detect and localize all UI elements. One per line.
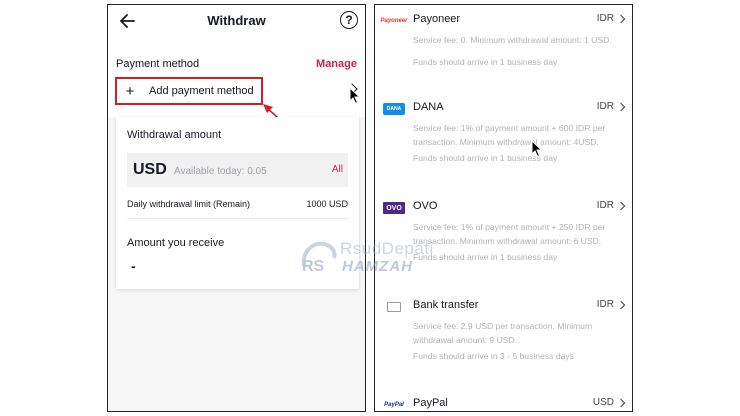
payment-option-fee: Service fee: 0. Minimum withdrawal amoun… <box>413 35 612 45</box>
mouse-cursor-icon <box>349 87 361 105</box>
header: Withdraw ? <box>108 5 365 37</box>
divider <box>127 218 348 219</box>
payment-option-bank-transfer[interactable]: Bank transfer IDR Service fee: 2.9 USD p… <box>375 295 632 385</box>
payment-option-name: DANA <box>413 101 444 113</box>
payment-option-fee: Service fee: 2.9 USD per transaction. Mi… <box>413 321 593 345</box>
bank-card-icon <box>387 302 401 312</box>
payment-option-arrival: Funds should arrive in 3 - 5 business da… <box>413 351 574 361</box>
available-today-text: Available today: 0.05 <box>174 166 267 177</box>
payment-option-arrival: Funds should arrive in 1 business day <box>413 57 558 67</box>
payment-options-list: Payoneer Payoneer IDR Service fee: 0. Mi… <box>374 4 633 412</box>
payoneer-logo-icon: Payoneer <box>380 18 408 24</box>
page-title: Withdraw <box>207 13 266 28</box>
watermark: RS RsudDepati HAMZAH <box>298 238 448 278</box>
payment-option-dana[interactable]: DANA DANA IDR Service fee: 1% of payment… <box>375 97 632 187</box>
watermark-line1: RsudDepati <box>340 239 434 258</box>
add-payment-method-label: Add payment method <box>149 85 254 97</box>
mouse-cursor-icon <box>531 140 543 158</box>
payment-option-name: Bank transfer <box>413 299 479 311</box>
dana-logo-icon: DANA <box>383 103 405 115</box>
daily-limit-value: 1000 USD <box>306 199 348 209</box>
svg-text:RS: RS <box>302 258 325 274</box>
payment-option-currency: IDR <box>596 200 614 211</box>
payment-option-name: PayPal <box>413 397 448 409</box>
payment-option-payoneer[interactable]: Payoneer Payoneer IDR Service fee: 0. Mi… <box>375 9 632 89</box>
payment-option-fee: Service fee: 1% of payment amount + 600 … <box>413 123 606 147</box>
payment-option-currency: IDR <box>596 101 614 112</box>
add-payment-method-button[interactable]: + Add payment method <box>115 77 263 105</box>
ovo-logo-icon: OVO <box>383 202 405 214</box>
daily-limit-label: Daily withdrawal limit (Remain) <box>127 199 251 209</box>
watermark-logo-icon: RS <box>301 241 337 274</box>
payment-option-currency: IDR <box>596 299 614 310</box>
withdraw-screen: Withdraw ? Payment method Manage + Add p… <box>107 4 366 412</box>
payment-option-currency: IDR <box>596 13 614 24</box>
payment-method-label: Payment method <box>116 58 200 70</box>
help-icon[interactable]: ? <box>340 11 358 29</box>
amount-receive-value: - <box>131 258 136 274</box>
currency-code: USD <box>133 161 167 178</box>
chevron-right-icon <box>616 300 626 310</box>
plus-icon: + <box>125 82 135 100</box>
chevron-right-icon <box>616 398 626 408</box>
all-button[interactable]: All <box>332 164 343 175</box>
chevron-right-icon <box>616 14 626 24</box>
payment-option-name: Payoneer <box>413 13 461 25</box>
watermark-line2: HAMZAH <box>342 258 413 275</box>
chevron-right-icon <box>616 201 626 211</box>
amount-receive-label: Amount you receive <box>127 237 225 249</box>
payment-option-name: OVO <box>413 200 438 212</box>
manage-link[interactable]: Manage <box>316 58 357 70</box>
chevron-right-icon <box>616 102 626 112</box>
payment-option-paypal[interactable]: PayPal PayPal USD <box>375 393 632 411</box>
payment-option-currency: USD <box>592 397 614 408</box>
paypal-logo-icon: PayPal <box>384 402 404 408</box>
withdrawal-amount-label: Withdrawal amount <box>127 129 222 141</box>
payment-method-section: Withdraw ? Payment method Manage + Add p… <box>108 5 365 117</box>
withdrawal-amount-input[interactable]: USD Available today: 0.05 All <box>127 153 348 187</box>
